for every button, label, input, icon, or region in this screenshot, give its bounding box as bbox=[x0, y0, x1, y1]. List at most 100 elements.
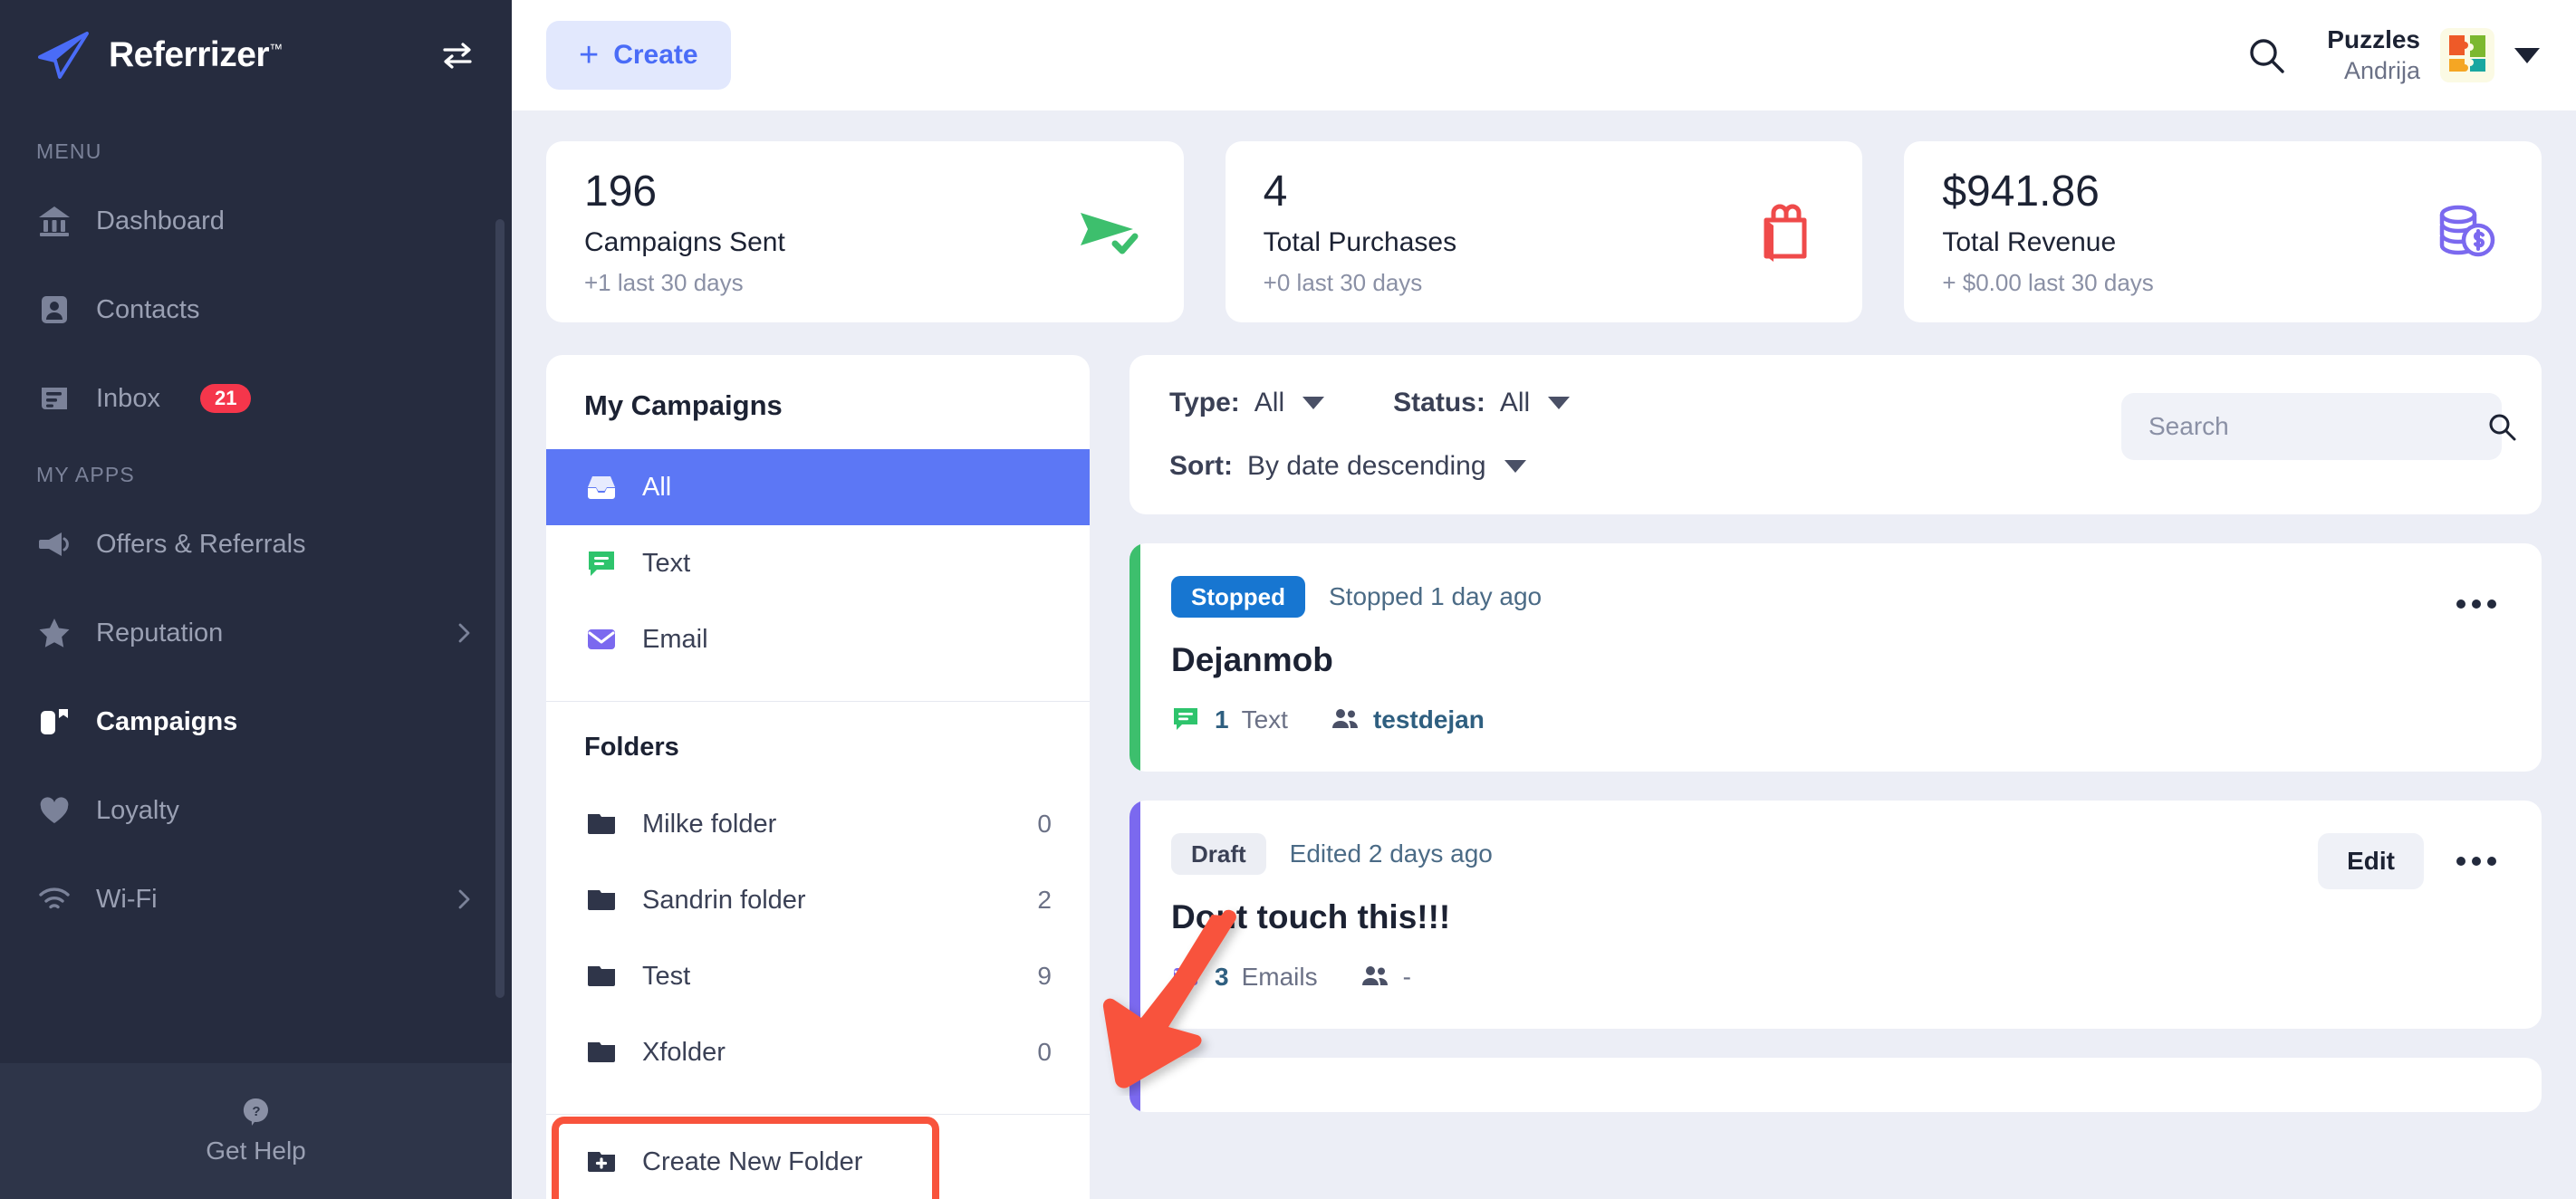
campaign-type-text[interactable]: Text bbox=[546, 525, 1090, 601]
user-names: Puzzles Andrija bbox=[2327, 24, 2420, 85]
stat-sublabel: +1 last 30 days bbox=[584, 269, 744, 297]
people-icon bbox=[1360, 962, 1390, 993]
sidebar-item-label: Contacts bbox=[96, 294, 200, 324]
sidebar-item-wifi[interactable]: Wi-Fi bbox=[0, 855, 512, 944]
folder-item-xfolder[interactable]: Xfolder 0 bbox=[546, 1014, 1090, 1090]
folder-item-milke-folder[interactable]: Milke folder 0 bbox=[546, 786, 1090, 862]
campaigns-list: Type: All Status: All Sort: By date desc… bbox=[1129, 355, 2542, 1199]
more-horizontal-icon[interactable] bbox=[2451, 576, 2502, 632]
user-account-menu[interactable]: Puzzles Andrija bbox=[2327, 24, 2540, 85]
sidebar-item-label: Reputation bbox=[96, 618, 224, 647]
bank-chart-icon bbox=[36, 203, 72, 239]
create-button-label: Create bbox=[613, 40, 698, 70]
stat-card-total-revenue: $941.86 Total Revenue + $0.00 last 30 da… bbox=[1904, 141, 2542, 322]
stat-value: 4 bbox=[1263, 167, 1288, 216]
app-root: Referrizer™ MENU Dashboard Contacts Inbo… bbox=[0, 0, 2576, 1199]
user-display-name: Andrija bbox=[2343, 56, 2420, 84]
sidebar-item-label: Loyalty bbox=[96, 795, 179, 825]
campaign-type-email[interactable]: Email bbox=[546, 601, 1090, 677]
sidebar-item-label: Inbox bbox=[96, 383, 160, 413]
stats-row: 196 Campaigns Sent +1 last 30 days 4 Tot… bbox=[546, 141, 2542, 322]
campaign-card[interactable]: Draft Edited 2 days ago Dont touch this!… bbox=[1129, 801, 2542, 1029]
campaign-audience-name: - bbox=[1402, 963, 1411, 991]
filter-bar: Type: All Status: All Sort: By date desc… bbox=[1129, 355, 2542, 514]
filter-row-top: Type: All Status: All bbox=[1169, 388, 1571, 418]
filter-status-key: Status: bbox=[1393, 388, 1485, 417]
people-icon bbox=[1330, 705, 1360, 735]
filter-sort-dropdown[interactable]: Sort: By date descending bbox=[1169, 451, 1526, 482]
campaign-message-count: 3 Emails bbox=[1171, 962, 1318, 993]
chevron-down-icon[interactable] bbox=[2514, 47, 2540, 63]
svg-text:?: ? bbox=[252, 1104, 260, 1119]
folder-icon bbox=[584, 959, 619, 993]
campaign-message-type: Text bbox=[1241, 705, 1288, 734]
campaign-message-type: Emails bbox=[1241, 963, 1318, 991]
filter-sort-value: By date descending bbox=[1247, 451, 1486, 481]
edit-button[interactable]: Edit bbox=[2318, 833, 2424, 889]
sidebar-item-offers-referrals[interactable]: Offers & Referrals bbox=[0, 500, 512, 589]
sidebar-item-label: Wi-Fi bbox=[96, 884, 158, 914]
search-box[interactable] bbox=[2121, 393, 2516, 460]
campaign-type-label: Email bbox=[642, 624, 708, 654]
search-icon[interactable] bbox=[2486, 411, 2517, 442]
send-check-icon bbox=[1068, 193, 1146, 271]
sidebar-item-reputation[interactable]: Reputation bbox=[0, 589, 512, 677]
campaign-title: Dejanmob bbox=[1171, 641, 1333, 678]
filter-status-dropdown[interactable]: Status: All bbox=[1393, 388, 1571, 418]
sidebar-item-dashboard[interactable]: Dashboard bbox=[0, 177, 512, 265]
campaign-type-all[interactable]: All bbox=[546, 449, 1090, 525]
campaign-status-text: Edited 2 days ago bbox=[1289, 839, 1493, 868]
campaign-audience-name[interactable]: testdejan bbox=[1373, 705, 1485, 734]
megaphone-icon bbox=[36, 526, 72, 562]
filter-row-bottom: Sort: By date descending bbox=[1169, 451, 1570, 482]
swap-arrows-icon[interactable] bbox=[439, 37, 476, 73]
inbox-list-icon bbox=[36, 380, 72, 417]
question-mark-bubble-icon: ? bbox=[240, 1097, 273, 1129]
folder-count: 2 bbox=[1037, 886, 1052, 914]
sidebar-item-contacts[interactable]: Contacts bbox=[0, 265, 512, 354]
campaign-card[interactable]: Stopped Stopped 1 day ago Dejanmob 1 Tex… bbox=[1129, 543, 2542, 772]
inbox-tray-icon bbox=[584, 470, 619, 504]
paper-plane-icon bbox=[36, 30, 92, 81]
create-folder-wrap: Create New Folder bbox=[546, 1114, 1090, 1199]
more-horizontal-icon[interactable] bbox=[2451, 833, 2502, 889]
stat-card-total-purchases: 4 Total Purchases +0 last 30 days bbox=[1225, 141, 1863, 322]
main-sidebar: Referrizer™ MENU Dashboard Contacts Inbo… bbox=[0, 0, 512, 1199]
folder-count: 0 bbox=[1037, 1038, 1052, 1066]
create-new-folder-button[interactable]: Create New Folder bbox=[546, 1115, 1090, 1199]
folder-item-sandrin-folder[interactable]: Sandrin folder 2 bbox=[546, 862, 1090, 938]
filter-type-value: All bbox=[1254, 388, 1285, 417]
folder-icon bbox=[584, 807, 619, 841]
chevron-down-icon bbox=[1548, 397, 1571, 409]
campaign-card-body: Draft Edited 2 days ago Dont touch this!… bbox=[1171, 833, 2291, 993]
search-icon[interactable] bbox=[2245, 34, 2287, 76]
avatar bbox=[2440, 28, 2494, 82]
stat-text: $941.86 Total Revenue + $0.00 last 30 da… bbox=[1942, 167, 2426, 297]
stat-sublabel: + $0.00 last 30 days bbox=[1942, 269, 2154, 297]
sidebar-item-campaigns[interactable]: Campaigns bbox=[0, 677, 512, 766]
stat-label: Total Revenue bbox=[1942, 227, 2117, 258]
get-help-button[interactable]: ? Get Help bbox=[0, 1063, 512, 1199]
campaign-message-count: 1 Text bbox=[1171, 705, 1288, 735]
campaign-card[interactable] bbox=[1129, 1058, 2542, 1112]
brand-logo[interactable]: Referrizer™ bbox=[36, 30, 283, 81]
filter-type-dropdown[interactable]: Type: All bbox=[1169, 388, 1325, 418]
create-button[interactable]: + Create bbox=[546, 21, 731, 90]
campaign-card-actions: Edit bbox=[2318, 833, 2502, 993]
inbox-unread-badge: 21 bbox=[199, 384, 252, 413]
folder-label: Test bbox=[642, 961, 691, 991]
sidebar-item-loyalty[interactable]: Loyalty bbox=[0, 766, 512, 855]
campaign-card-header: Stopped Stopped 1 day ago bbox=[1171, 576, 2424, 618]
chevron-down-icon bbox=[1504, 460, 1526, 473]
search-input[interactable] bbox=[2148, 412, 2475, 441]
folder-plus-icon bbox=[584, 1145, 619, 1179]
campaigns-icon bbox=[36, 704, 72, 740]
filter-status-value: All bbox=[1499, 388, 1531, 417]
top-bar-right: Puzzles Andrija bbox=[2245, 24, 2540, 85]
sidebar-item-inbox[interactable]: Inbox 21 bbox=[0, 354, 512, 443]
sidebar-item-label: Campaigns bbox=[96, 706, 238, 736]
folder-item-test[interactable]: Test 9 bbox=[546, 938, 1090, 1014]
chevron-right-icon bbox=[452, 887, 476, 911]
stat-text: 196 Campaigns Sent +1 last 30 days bbox=[584, 167, 1068, 297]
campaign-message-number: 3 bbox=[1215, 963, 1229, 991]
